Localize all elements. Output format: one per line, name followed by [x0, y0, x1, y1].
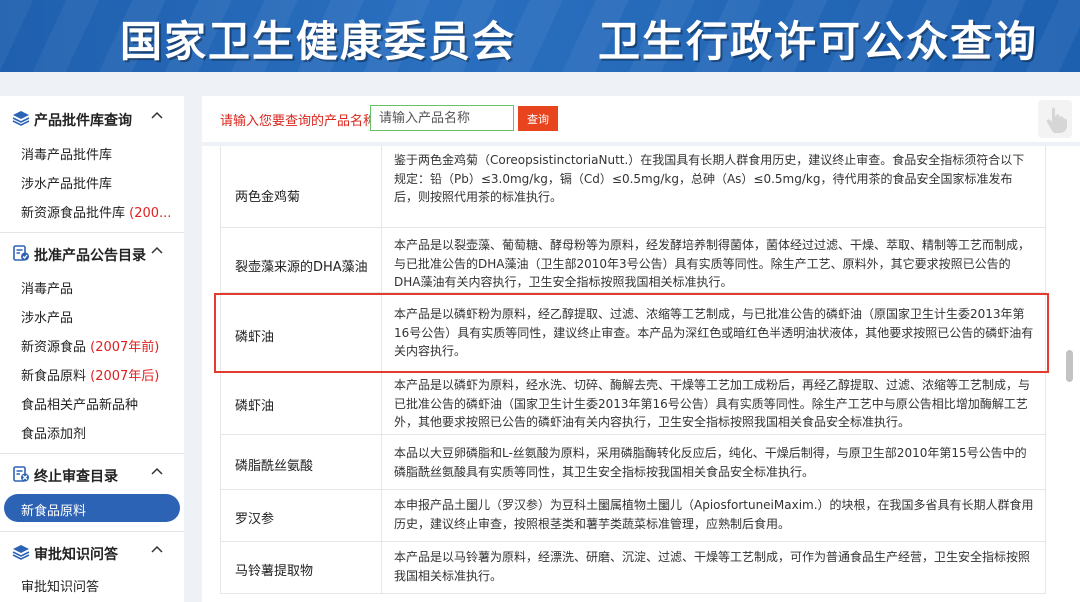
product-description-cell: 本产品是以磷虾粉为原料，经乙醇提取、过滤、浓缩等工艺制成，与已批准公告的磷虾油（…: [394, 307, 1034, 358]
sidebar-section-approved-catalog[interactable]: 批准产品公告目录: [0, 237, 184, 269]
search-button[interactable]: 查询: [518, 106, 558, 131]
sidebar-item-label: 新资源食品批件库 (200...: [21, 206, 172, 221]
sidebar-item-note: (200...: [129, 206, 172, 221]
product-name-cell: 罗汉参: [235, 512, 275, 527]
scrollbar-thumb[interactable]: [1066, 350, 1073, 382]
stack-layers-icon: [12, 111, 30, 126]
product-name-cell: 裂壶藻来源的DHA藻油: [235, 260, 368, 275]
sidebar-item-note: (2007年后): [90, 369, 160, 384]
document-check-icon: [13, 245, 29, 261]
chevron-up-icon[interactable]: [150, 109, 164, 123]
search-label: 请输入您要查询的产品名称: [220, 114, 377, 129]
sidebar-section-product-library[interactable]: 产品批件库查询: [0, 102, 184, 134]
sidebar-item-label: 新食品原料 (2007年后): [21, 369, 160, 384]
divider: [0, 453, 184, 454]
table-row: 磷虾油 本产品是以磷虾粉为原料，经乙醇提取、过滤、浓缩等工艺制成，与已批准公告的磷…: [220, 293, 1046, 373]
divider: [0, 531, 184, 532]
sidebar-item-new-resource-food-library[interactable]: 新资源食品批件库 (200...: [0, 196, 184, 224]
column-separator: [381, 542, 382, 593]
product-description-cell: 本产品是以磷虾为原料，经水洗、切碎、酶解去壳、干燥等工艺加工成粉后，再经乙醇提取…: [394, 378, 1031, 429]
product-description-cell: 本品以大豆卵磷脂和L-丝氨酸为原料，采用磷脂酶转化反应后，纯化、干燥后制得，与原…: [394, 446, 1027, 479]
product-name-cell: 磷虾油: [235, 330, 275, 345]
sidebar-item-label: 涉水产品批件库: [21, 177, 113, 192]
column-separator: [381, 490, 382, 541]
sidebar-item-disinfection-library[interactable]: 消毒产品批件库: [0, 138, 184, 166]
sidebar-section-terminated-review[interactable]: 终止审查目录: [0, 458, 184, 490]
table-row: 磷脂酰丝氨酸 本品以大豆卵磷脂和L-丝氨酸为原料，采用磷脂酶转化反应后，纯化、干燥…: [220, 435, 1046, 490]
divider: [0, 232, 184, 233]
sidebar-item-terminated-new-food-material[interactable]: 新食品原料: [4, 494, 180, 522]
product-name-cell: 马铃薯提取物: [235, 564, 314, 579]
column-separator: [381, 146, 382, 227]
product-description-cell: 本产品是以马铃薯为原料，经漂洗、研磨、沉淀、过滤、干燥等工艺制成，可作为普通食品…: [394, 550, 1031, 583]
sidebar-item-disinfection-products[interactable]: 消毒产品: [0, 272, 184, 300]
chevron-up-icon[interactable]: [150, 465, 164, 479]
sidebar-item-new-food-material[interactable]: 新食品原料 (2007年后): [0, 359, 184, 387]
service-title: 卫生行政许可公众查询: [598, 17, 1039, 66]
pointer-hand-icon: [1038, 100, 1072, 138]
sidebar-item-approval-qa[interactable]: 审批知识问答: [0, 570, 184, 598]
agency-title: 国家卫生健康委员会: [120, 17, 517, 66]
sidebar-item-note: (2007年前): [90, 340, 160, 355]
product-description-cell: 本产品是以裂壶藻、葡萄糖、酵母粉等为原料，经发酵培养制得菌体，菌体经过过滤、干燥…: [394, 238, 1031, 289]
chevron-up-icon[interactable]: [150, 543, 164, 557]
column-separator: [381, 293, 382, 372]
sidebar-item-label: 新食品原料: [21, 504, 87, 519]
sidebar-item-label: 食品添加剂: [21, 427, 87, 442]
table-row: 马铃薯提取物 本产品是以马铃薯为原料，经漂洗、研磨、沉淀、过滤、干燥等工艺制成，可…: [220, 542, 1046, 594]
sidebar-section-title: 产品批件库查询: [34, 113, 132, 129]
sidebar-item-food-additives[interactable]: 食品添加剂: [0, 417, 184, 445]
sidebar-item-label: 审批知识问答: [21, 580, 100, 595]
document-stop-icon: [13, 466, 29, 482]
product-description-cell: 鉴于两色金鸡菊（CoreopsistinctoriaNutt.）在我国具有长期人…: [394, 153, 1025, 204]
sidebar-item-water-products[interactable]: 涉水产品: [0, 301, 184, 329]
product-name-cell: 磷虾油: [235, 399, 275, 414]
sidebar-section-title: 终止审查目录: [34, 469, 118, 485]
column-separator: [381, 228, 382, 292]
sidebar-item-food-related-new-variety[interactable]: 食品相关产品新品种: [0, 388, 184, 416]
search-panel: 请输入您要查询的产品名称 查询: [202, 96, 1080, 142]
table-row: 磷虾油 本产品是以磷虾为原料，经水洗、切碎、酶解去壳、干燥等工艺加工成粉后，再经乙…: [220, 373, 1046, 435]
product-name-cell: 两色金鸡菊: [235, 190, 301, 205]
chevron-up-icon[interactable]: [150, 244, 164, 258]
sidebar-item-label: 涉水产品: [21, 311, 74, 326]
header-banner: 国家卫生健康委员会 卫生行政许可公众查询: [0, 0, 1080, 72]
sidebar-section-title: 批准产品公告目录: [34, 248, 146, 264]
sidebar-item-label: 食品相关产品新品种: [21, 398, 139, 413]
table-row: 裂壶藻来源的DHA藻油 本产品是以裂壶藻、葡萄糖、酵母粉等为原料，经发酵培养制得菌…: [220, 228, 1046, 293]
sidebar-section-title: 审批知识问答: [34, 547, 118, 563]
sidebar-item-label: 消毒产品: [21, 282, 74, 297]
sidebar-item-label: 新资源食品 (2007年前): [21, 340, 160, 355]
column-separator: [381, 373, 382, 434]
sidebar: 产品批件库查询 消毒产品批件库 涉水产品批件库 新资源食品批件库 (200...…: [0, 96, 184, 602]
sidebar-item-water-library[interactable]: 涉水产品批件库: [0, 167, 184, 195]
sidebar-item-label: 消毒产品批件库: [21, 148, 113, 163]
stack-layers-icon: [12, 545, 30, 560]
sidebar-section-approval-qa[interactable]: 审批知识问答: [0, 536, 184, 568]
sidebar-item-new-resource-food[interactable]: 新资源食品 (2007年前): [0, 330, 184, 358]
table-row: 两色金鸡菊 鉴于两色金鸡菊（CoreopsistinctoriaNutt.）在我国…: [220, 146, 1046, 228]
table-row: 罗汉参 本申报产品土圞儿（罗汉参）为豆科土圞属植物土圞儿（Apiosfortune…: [220, 490, 1046, 542]
search-input[interactable]: [370, 105, 514, 131]
column-separator: [381, 435, 382, 489]
product-description-cell: 本申报产品土圞儿（罗汉参）为豆科土圞属植物土圞儿（ApiosfortuneiMa…: [394, 498, 1034, 531]
product-name-cell: 磷脂酰丝氨酸: [235, 459, 314, 474]
